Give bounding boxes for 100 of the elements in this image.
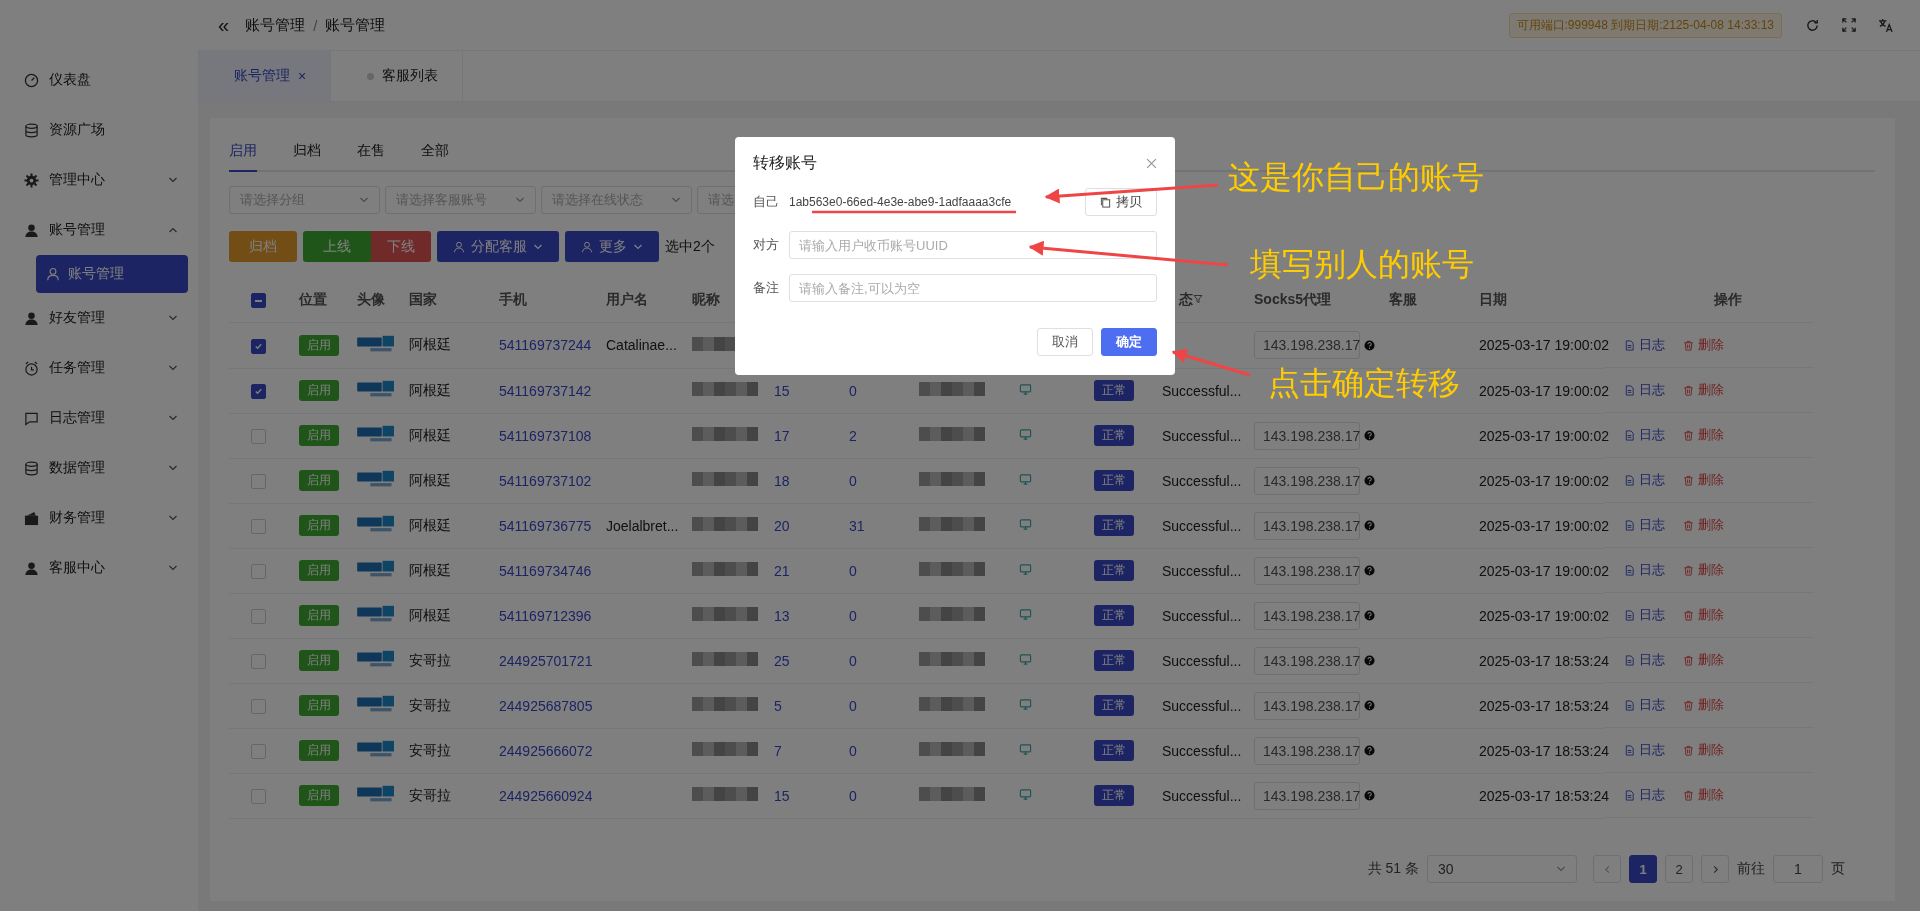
sidebar-item[interactable]: 仪表盘 (0, 55, 198, 105)
count-link[interactable]: 0 (849, 787, 857, 804)
row-checkbox[interactable] (251, 383, 266, 399)
count-link[interactable]: 15 (774, 382, 790, 399)
fullscreen-icon[interactable] (1842, 18, 1856, 32)
count-link[interactable]: 0 (849, 652, 857, 669)
tab[interactable]: 在售 (357, 136, 385, 170)
phone-link[interactable]: 541169712396 (499, 607, 592, 624)
row-checkbox[interactable] (251, 338, 266, 354)
help-icon[interactable] (1364, 610, 1375, 621)
proxy-field[interactable]: 143.198.238.17 (1254, 556, 1360, 585)
select-all-checkbox[interactable] (251, 293, 266, 309)
help-icon[interactable] (1364, 339, 1375, 351)
delete-link[interactable]: 删除 (1683, 426, 1724, 444)
phone-link[interactable]: 541169737108 (499, 427, 592, 444)
sidebar-subitem[interactable]: 账号管理 (36, 255, 188, 293)
help-icon[interactable] (1364, 565, 1375, 576)
count-link[interactable]: 20 (774, 517, 790, 534)
sidebar-item[interactable]: 客服中心 (0, 543, 198, 593)
delete-link[interactable]: 删除 (1683, 606, 1724, 624)
count-link[interactable]: 31 (849, 517, 865, 534)
log-link[interactable]: 日志 (1624, 381, 1665, 399)
phone-link[interactable]: 541169737102 (499, 472, 592, 489)
help-icon[interactable] (1364, 475, 1375, 486)
tab[interactable]: 启用 (229, 136, 257, 172)
proxy-field[interactable]: 143.198.238.17 (1254, 736, 1360, 765)
count-link[interactable]: 5 (774, 697, 782, 714)
count-link[interactable]: 0 (849, 607, 857, 624)
tab[interactable]: 全部 (421, 136, 449, 170)
log-link[interactable]: 日志 (1624, 426, 1665, 444)
phone-link[interactable]: 541169737142 (499, 382, 592, 399)
sidebar-item[interactable]: 任务管理 (0, 343, 198, 393)
proxy-field[interactable]: 143.198.238.17 (1254, 421, 1360, 450)
sidebar-item[interactable]: 财务管理 (0, 493, 198, 543)
page-button[interactable]: 2 (1665, 855, 1693, 883)
help-icon[interactable] (1364, 790, 1375, 801)
delete-link[interactable]: 删除 (1683, 741, 1724, 759)
phone-link[interactable]: 244925660924 (499, 787, 593, 804)
log-link[interactable]: 日志 (1624, 651, 1665, 669)
target-uuid-field[interactable]: 请输入用户收币账号UUID (789, 231, 1157, 259)
sidebar-item[interactable]: 账号管理 (0, 205, 198, 255)
proxy-field[interactable]: 143.198.238.17 (1254, 601, 1360, 630)
log-link[interactable]: 日志 (1624, 561, 1665, 579)
delete-link[interactable]: 删除 (1683, 561, 1724, 579)
count-link[interactable]: 0 (849, 562, 857, 579)
proxy-field[interactable]: 143.198.238.17 (1254, 781, 1360, 810)
action-button[interactable]: 下线 (371, 231, 431, 262)
log-link[interactable]: 日志 (1624, 516, 1665, 534)
page-size-select[interactable]: 30 (1427, 855, 1577, 883)
sidebar-item[interactable]: 管理中心 (0, 155, 198, 205)
phone-link[interactable]: 541169737244 (499, 337, 592, 354)
delete-link[interactable]: 删除 (1683, 651, 1724, 669)
help-icon[interactable] (1364, 520, 1375, 531)
confirm-button[interactable]: 确定 (1101, 328, 1157, 356)
action-button[interactable]: 归档 (229, 231, 297, 262)
log-link[interactable]: 日志 (1624, 336, 1665, 354)
page-tab[interactable]: 客服列表 (331, 51, 464, 101)
proxy-field[interactable]: 143.198.238.17 (1254, 331, 1360, 360)
log-link[interactable]: 日志 (1624, 786, 1665, 804)
phone-link[interactable]: 244925687805 (499, 697, 593, 714)
delete-link[interactable]: 删除 (1683, 336, 1724, 354)
close-icon[interactable]: × (298, 68, 307, 84)
delete-link[interactable]: 删除 (1683, 471, 1724, 489)
help-icon[interactable] (1364, 655, 1375, 666)
phone-link[interactable]: 244925701721 (499, 652, 593, 669)
refresh-icon[interactable] (1805, 17, 1820, 33)
page-tab[interactable]: 账号管理 × (198, 51, 332, 101)
phone-link[interactable]: 244925666072 (499, 742, 593, 759)
delete-link[interactable]: 删除 (1683, 381, 1724, 399)
sidebar-item[interactable]: 好友管理 (0, 293, 198, 343)
count-link[interactable]: 7 (774, 742, 782, 759)
delete-link[interactable]: 删除 (1683, 516, 1724, 534)
delete-link[interactable]: 删除 (1683, 696, 1724, 714)
delete-link[interactable]: 删除 (1683, 786, 1724, 804)
count-link[interactable]: 15 (774, 787, 790, 804)
phone-link[interactable]: 541169736775 (499, 517, 592, 534)
count-link[interactable]: 0 (849, 742, 857, 759)
count-link[interactable]: 0 (849, 472, 857, 489)
count-link[interactable]: 0 (849, 382, 857, 399)
action-button[interactable]: 分配客服 (437, 231, 559, 262)
proxy-field[interactable]: 143.198.238.17 (1254, 511, 1360, 540)
help-icon[interactable] (1364, 700, 1375, 711)
tab[interactable]: 归档 (293, 136, 321, 170)
log-link[interactable]: 日志 (1624, 741, 1665, 759)
count-link[interactable]: 0 (849, 697, 857, 714)
count-link[interactable]: 13 (774, 607, 790, 624)
page-button[interactable]: 1 (1629, 855, 1657, 883)
note-field[interactable]: 请输入备注,可以为空 (789, 274, 1157, 302)
count-link[interactable]: 25 (774, 652, 790, 669)
count-link[interactable]: 2 (849, 427, 857, 444)
page-number-field[interactable]: 1 (1773, 855, 1823, 883)
cancel-button[interactable]: 取消 (1037, 328, 1093, 356)
help-icon[interactable] (1364, 430, 1375, 441)
filter-icon[interactable] (1193, 294, 1203, 304)
action-button[interactable]: 更多 (565, 231, 659, 262)
help-icon[interactable] (1364, 745, 1375, 756)
phone-link[interactable]: 541169734746 (499, 562, 592, 579)
sidebar-item[interactable]: 日志管理 (0, 393, 198, 443)
proxy-field[interactable]: 143.198.238.17 (1254, 466, 1360, 495)
count-link[interactable]: 18 (774, 472, 790, 489)
